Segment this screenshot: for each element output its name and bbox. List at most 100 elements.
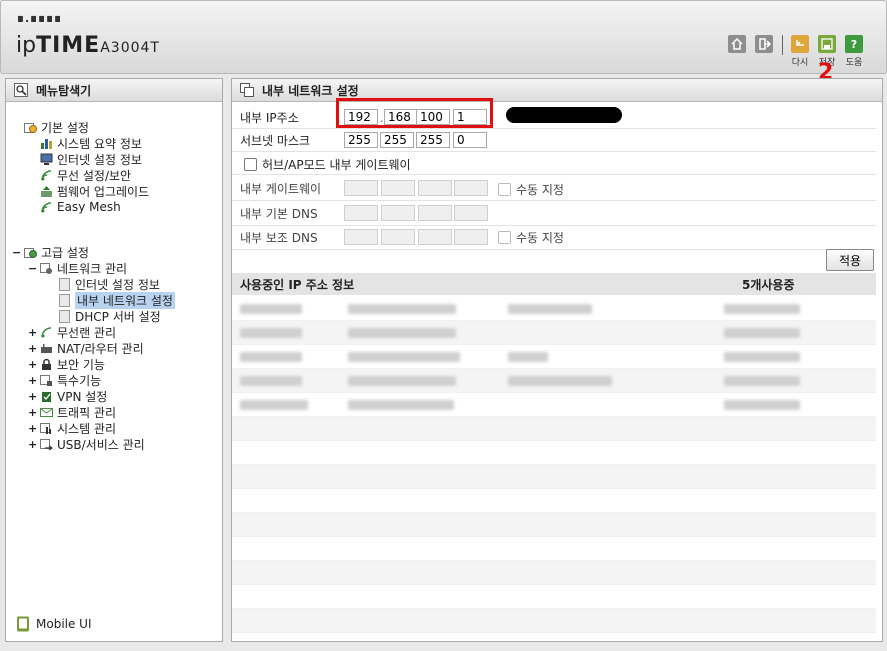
- dns2-octet-4[interactable]: [454, 229, 488, 245]
- dns2-octet-2[interactable]: [381, 229, 415, 245]
- hub-ap-checkbox[interactable]: [244, 158, 257, 171]
- expand-icon[interactable]: +: [28, 326, 38, 339]
- menu-net-internet-info[interactable]: 인터넷 설정 정보: [58, 276, 160, 292]
- dns1-row: 내부 기본 DNS: [232, 201, 876, 226]
- menu-system[interactable]: + 시스템 관리: [28, 420, 116, 436]
- menu-dhcp-server[interactable]: DHCP 서버 설정: [58, 308, 161, 324]
- vpn-icon: [40, 390, 53, 403]
- menu-explorer-header: 메뉴탐색기: [6, 79, 222, 102]
- gateway-manual-label: 수동 지정: [516, 183, 564, 197]
- menu-internal-network[interactable]: 내부 네트워크 설정: [58, 291, 175, 309]
- undo-icon[interactable]: [791, 35, 809, 53]
- menu-easy-mesh[interactable]: Easy Mesh: [40, 199, 121, 215]
- router-icon: [40, 342, 53, 355]
- window-icon: [240, 83, 254, 97]
- menu-security[interactable]: + 보안 기능: [28, 356, 105, 372]
- mobile-ui-link[interactable]: Mobile UI: [16, 616, 92, 632]
- red-highlight-box: [336, 98, 493, 128]
- menu-basic-settings[interactable]: 기본 설정: [24, 119, 89, 135]
- dns-manual-checkbox[interactable]: [498, 231, 511, 244]
- expand-icon[interactable]: +: [28, 390, 38, 403]
- ip-info-header: 사용중인 IP 주소 정보 5개사용중: [232, 273, 876, 295]
- wifi-icon: [40, 169, 53, 182]
- gateway-manual-checkbox[interactable]: [498, 183, 511, 196]
- expand-icon[interactable]: +: [28, 422, 38, 435]
- table-row: [232, 393, 876, 417]
- blurred-cell: [240, 400, 308, 410]
- blurred-cell: [348, 376, 456, 386]
- gateway-octet-4[interactable]: [454, 180, 488, 196]
- dns1-octet-3[interactable]: [418, 205, 452, 221]
- table-row: [232, 585, 876, 609]
- dns1-label: 내부 기본 DNS: [240, 206, 318, 221]
- blurred-cell: [348, 352, 460, 362]
- gateway-octet-2[interactable]: [381, 180, 415, 196]
- logo-time: TIME: [36, 33, 101, 58]
- expand-icon[interactable]: +: [28, 342, 38, 355]
- save-icon[interactable]: [818, 35, 836, 53]
- wifi-icon: [40, 326, 53, 339]
- network-icon: [40, 262, 53, 275]
- subnet-row: 서브넷 마스크: [232, 129, 876, 152]
- traffic-icon: [40, 406, 53, 419]
- gateway-octet-3[interactable]: [418, 180, 452, 196]
- menu-special[interactable]: + 특수기능: [28, 372, 101, 388]
- folder-settings-icon: [24, 121, 37, 134]
- dns1-octet-4[interactable]: [454, 205, 488, 221]
- help-icon[interactable]: ?: [845, 35, 863, 53]
- menu-network-management[interactable]: − 네트워크 관리: [28, 260, 127, 276]
- subnet-octet-3[interactable]: [416, 132, 450, 148]
- dns2-octet-1[interactable]: [344, 229, 378, 245]
- expand-icon[interactable]: +: [28, 374, 38, 387]
- table-row: [232, 345, 876, 369]
- gateway-octet-1[interactable]: [344, 180, 378, 196]
- expand-icon[interactable]: +: [28, 438, 38, 451]
- dns-manual-label: 수동 지정: [516, 231, 564, 245]
- blurred-cell: [508, 304, 592, 314]
- subnet-octet-4[interactable]: [453, 132, 487, 148]
- blurred-cell: [724, 352, 800, 362]
- table-row: [232, 489, 876, 513]
- menu-wireless-security[interactable]: 무선 설정/보안: [40, 167, 131, 183]
- apply-button[interactable]: 적용: [826, 249, 874, 271]
- blurred-cell: [348, 328, 456, 338]
- content-header: 내부 네트워크 설정: [232, 79, 882, 102]
- subnet-octet-1[interactable]: [344, 132, 378, 148]
- upgrade-icon: [40, 185, 53, 198]
- menu-advanced-settings[interactable]: − 고급 설정: [12, 244, 89, 260]
- table-row: [232, 369, 876, 393]
- dns1-octet-1[interactable]: [344, 205, 378, 221]
- expand-icon[interactable]: +: [28, 358, 38, 371]
- mesh-icon: [40, 201, 53, 214]
- monitor-icon: [40, 153, 53, 166]
- system-icon: [40, 422, 53, 435]
- menu-system-summary[interactable]: 시스템 요약 정보: [40, 135, 142, 151]
- collapse-icon[interactable]: −: [12, 246, 22, 259]
- menu-traffic[interactable]: + 트래픽 관리: [28, 404, 116, 420]
- undo-label: 다시: [791, 58, 809, 68]
- magnifier-icon: [14, 83, 28, 97]
- logout-icon[interactable]: [755, 35, 773, 53]
- dns2-octet-3[interactable]: [418, 229, 452, 245]
- menu-firmware-upgrade[interactable]: 펌웨어 업그레이드: [40, 183, 149, 199]
- blurred-cell: [508, 352, 548, 362]
- subnet-octet-2[interactable]: [380, 132, 414, 148]
- logo-dots: ∎.∎∎∎∎: [17, 12, 63, 25]
- home-icon[interactable]: [728, 35, 746, 53]
- dns1-octet-2[interactable]: [381, 205, 415, 221]
- menu-nat-router[interactable]: + NAT/라우터 관리: [28, 340, 144, 356]
- expand-icon[interactable]: +: [28, 406, 38, 419]
- menu-usb-service[interactable]: + USB/서비스 관리: [28, 436, 145, 452]
- collapse-icon[interactable]: −: [28, 262, 38, 275]
- table-row: [232, 417, 876, 441]
- table-row: [232, 465, 876, 489]
- menu-wlan-management[interactable]: + 무선랜 관리: [28, 324, 116, 340]
- blurred-cell: [348, 304, 456, 314]
- menu-internet-info[interactable]: 인터넷 설정 정보: [40, 151, 142, 167]
- redacted-area: [506, 107, 622, 123]
- menu-vpn[interactable]: + VPN 설정: [28, 388, 107, 404]
- gateway-label: 내부 게이트웨이: [240, 181, 322, 196]
- blurred-cell: [724, 304, 800, 314]
- iptime-logo: ipTIMEA3004T: [16, 33, 160, 58]
- content-title: 내부 네트워크 설정: [262, 83, 359, 98]
